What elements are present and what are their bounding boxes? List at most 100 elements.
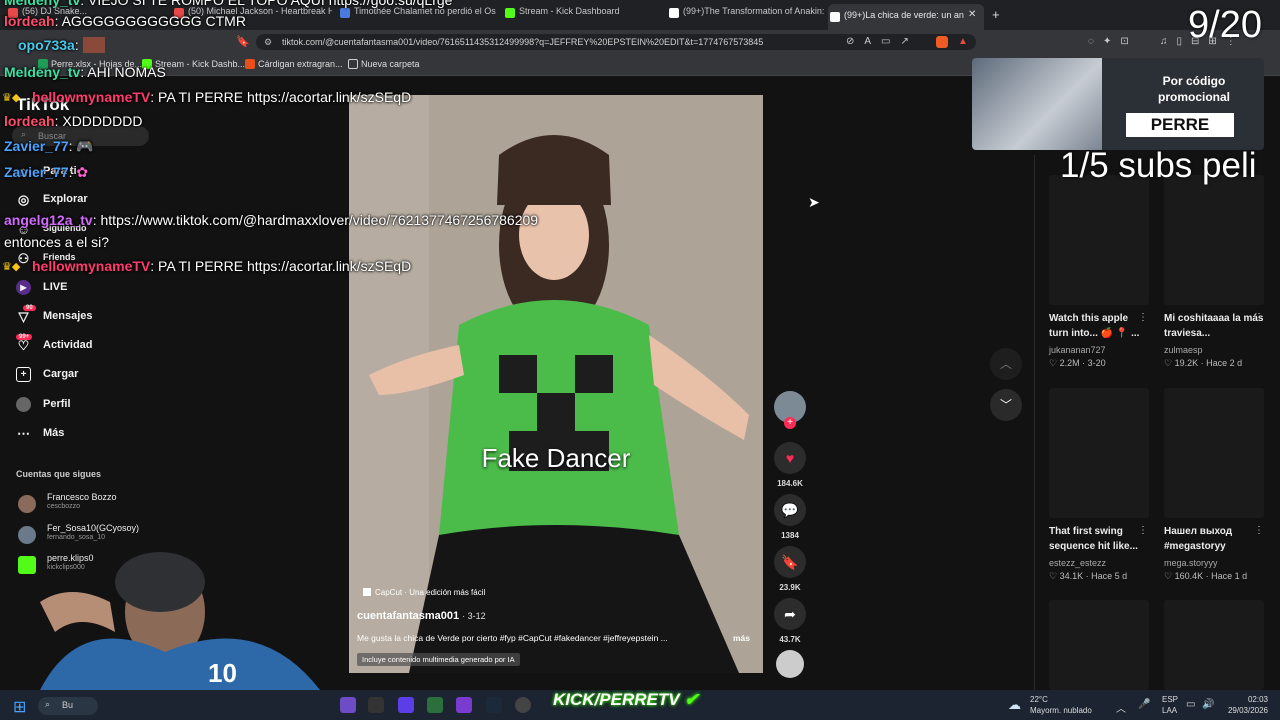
tiktok-icon bbox=[830, 12, 840, 22]
nav-explorar[interactable]: ◎ Explorar bbox=[16, 192, 88, 207]
webcam-feed: 10 bbox=[0, 552, 330, 690]
verified-icon: ✔ bbox=[684, 690, 699, 709]
site-info-icon[interactable]: ⚙ bbox=[264, 37, 272, 48]
rewards-icon[interactable]: ▲ bbox=[958, 36, 968, 47]
extension-icons[interactable]: ◌✦⊡ bbox=[1088, 36, 1138, 47]
address-actions[interactable]: ⊘A▭↗ bbox=[846, 36, 919, 47]
heart-icon: ♡ bbox=[1049, 571, 1060, 581]
related-video-card[interactable]: That first swing sequence hit like... es… bbox=[1049, 388, 1149, 588]
chevron-down-icon: ﹀ bbox=[999, 398, 1012, 412]
docs-icon bbox=[340, 8, 350, 18]
browser-tab-4[interactable]: Stream - Kick Dashboard bbox=[503, 6, 663, 26]
windows-start-icon[interactable]: ⊞ bbox=[13, 697, 26, 717]
video-thumbnail bbox=[1049, 388, 1149, 518]
tiktok-icon bbox=[669, 8, 679, 18]
bookmark-3[interactable]: Cárdigan extragran... bbox=[245, 59, 343, 69]
clock-date[interactable]: 29/03/2026 bbox=[1218, 706, 1268, 715]
new-tab-icon[interactable]: + bbox=[992, 7, 1000, 22]
chat-message: lordeah: XDDDDDDD bbox=[4, 113, 143, 129]
app-icon[interactable] bbox=[427, 697, 443, 713]
lang-secondary[interactable]: LAA bbox=[1162, 706, 1177, 715]
like-button[interactable]: ♥ bbox=[774, 442, 806, 474]
emote-icon: 🎮 bbox=[72, 138, 94, 154]
promo-line-1: Por código bbox=[1162, 74, 1226, 88]
chat-message: Zavier_77: 🎮 bbox=[4, 138, 94, 154]
bookmark-folder[interactable]: Nueva carpeta bbox=[348, 59, 420, 69]
capcut-label[interactable]: CapCut · Una edición más fácil bbox=[363, 588, 485, 597]
nav-mas[interactable]: ⋯ Más bbox=[16, 426, 64, 441]
video-author[interactable]: cuentafantasma001 · 3-12 bbox=[357, 610, 486, 622]
related-video-card[interactable]: Нашел выход #megastoryy mega.storyyy ♡ 1… bbox=[1164, 388, 1264, 588]
video-frame bbox=[349, 95, 763, 673]
nav-live[interactable]: ▶ LIVE bbox=[16, 280, 67, 295]
taskbar-search[interactable]: ⌕ Bu bbox=[38, 697, 98, 715]
lang-primary[interactable]: ESP bbox=[1162, 695, 1178, 704]
save-button[interactable]: 🔖 bbox=[774, 546, 806, 578]
profile-icon bbox=[16, 397, 31, 412]
chevron-up-icon: ︿ bbox=[999, 357, 1012, 371]
card-menu-icon[interactable]: ⋮ bbox=[1138, 525, 1148, 536]
app-icon[interactable] bbox=[398, 697, 414, 713]
promo-banner: Por código promocional PERRE bbox=[972, 58, 1264, 150]
weather-temp[interactable]: 22°C bbox=[1030, 695, 1048, 704]
comment-button[interactable]: 💬 bbox=[774, 494, 806, 526]
related-video-card[interactable]: Mi coshitaaaa la más traviesa... zulmaes… bbox=[1164, 175, 1264, 375]
next-video-button[interactable]: ﹀ bbox=[990, 389, 1022, 421]
app-icon[interactable] bbox=[368, 697, 384, 713]
ai-content-label: Incluye contenido multimedia generado po… bbox=[357, 653, 520, 666]
nav-mensajes[interactable]: ▽ 90 Mensajes bbox=[16, 305, 93, 324]
tray-chevron-icon[interactable]: ︿ bbox=[1116, 700, 1126, 715]
card-menu-icon[interactable]: ⋮ bbox=[1138, 312, 1148, 323]
bookmark-star-icon[interactable]: 🔖 bbox=[236, 35, 250, 48]
badge-icons: ♛◆ bbox=[2, 261, 21, 273]
bookmark-icon: 🔖 bbox=[781, 554, 799, 570]
browser-tab-active[interactable]: (99+)La chica de verde: un an bbox=[828, 4, 984, 30]
app-icon[interactable] bbox=[486, 697, 502, 713]
chat-message: hellowmynameTV: PA TI PERRE https://acor… bbox=[32, 89, 412, 105]
video-thumbnail bbox=[1164, 175, 1264, 305]
nav-cargar[interactable]: + Cargar bbox=[16, 367, 78, 382]
nav-perfil[interactable]: Perfil bbox=[16, 397, 71, 412]
close-tab-icon[interactable]: ✕ bbox=[968, 9, 976, 20]
weather-icon: ☁ bbox=[1008, 697, 1021, 712]
app-icon[interactable] bbox=[515, 697, 531, 713]
svg-text:10: 10 bbox=[208, 658, 237, 688]
like-count: 184.6K bbox=[777, 479, 803, 488]
share-icon: ➦ bbox=[784, 606, 796, 622]
chat-message: angelg12a_tv: https://www.tiktok.com/@ha… bbox=[4, 212, 539, 228]
heart-icon: ♡ bbox=[1164, 358, 1175, 368]
live-icon: ▶ bbox=[16, 280, 31, 295]
clock-time[interactable]: 02:03 bbox=[1228, 695, 1268, 704]
card-menu-icon[interactable]: ⋮ bbox=[1254, 525, 1264, 536]
app-icon[interactable] bbox=[340, 697, 356, 713]
messages-badge: 90 bbox=[23, 305, 36, 311]
weather-desc[interactable]: Mayorm. nublado bbox=[1030, 706, 1092, 715]
browser-tab-5[interactable]: (99+)The Transformation of Anakin: bbox=[667, 6, 827, 26]
heart-icon: ♥ bbox=[785, 450, 795, 466]
video-thumbnail bbox=[1164, 600, 1264, 690]
app-icon[interactable] bbox=[456, 697, 472, 713]
folder-icon bbox=[348, 59, 358, 69]
volume-icon[interactable]: 🔊 bbox=[1202, 699, 1214, 710]
video-player[interactable]: Fake Dancer CapCut · Una edición más fác… bbox=[349, 95, 763, 673]
music-disc-icon[interactable] bbox=[776, 650, 804, 678]
more-link[interactable]: más bbox=[733, 633, 750, 643]
brave-shield-icon[interactable] bbox=[936, 36, 948, 48]
chat-message: lordeah: AGGGGGGGGGGGG CTMR bbox=[4, 13, 246, 29]
network-icon[interactable]: ▭ bbox=[1186, 699, 1195, 710]
shop-icon bbox=[245, 59, 255, 69]
mic-icon[interactable]: 🎤 bbox=[1138, 699, 1150, 710]
card-menu-icon[interactable]: ⋮ bbox=[1254, 312, 1264, 323]
chat-message: Meldeny_tv: VIEJO SI TE ROMPO EL TOPO AQ… bbox=[4, 0, 453, 8]
video-thumbnail bbox=[1049, 600, 1149, 690]
nav-actividad[interactable]: ♡ 99+ Actividad bbox=[16, 334, 93, 353]
video-caption-overlay: Fake Dancer bbox=[481, 443, 631, 473]
share-button[interactable]: ➦ bbox=[774, 598, 806, 630]
prev-video-button[interactable]: ︿ bbox=[990, 348, 1022, 380]
follow-plus-icon[interactable]: + bbox=[784, 417, 796, 429]
heart-icon: ♡ bbox=[1049, 358, 1060, 368]
related-video-card[interactable]: Watch this apple turn into... 🍎 📍 ... ju… bbox=[1049, 175, 1149, 375]
more-icon: ⋯ bbox=[17, 426, 30, 441]
emote-icon: ✿ bbox=[72, 164, 89, 180]
browser-tab-3[interactable]: Timothée Chalamet no perdió el Os bbox=[338, 6, 498, 26]
